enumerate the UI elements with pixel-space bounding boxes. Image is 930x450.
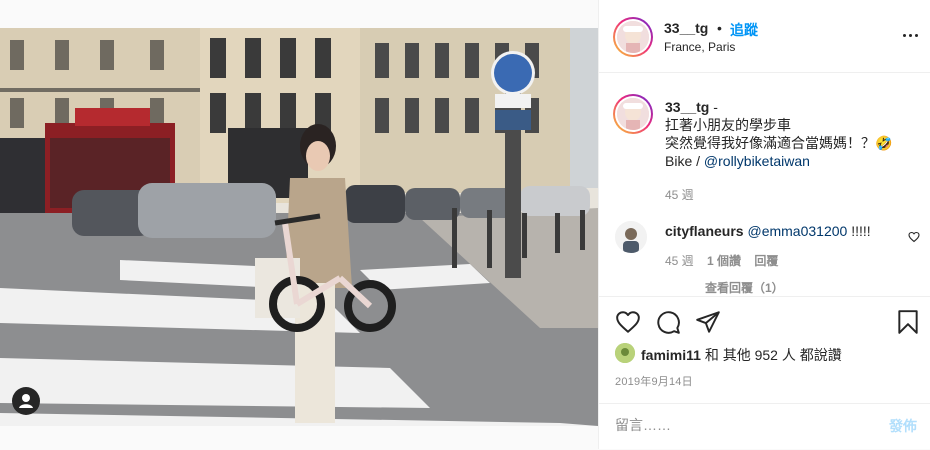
comments-section: 33__tg - 扛著小朋友的學步車 突然覺得我好像滿適合當媽媽！？🤣 Bike… bbox=[599, 74, 930, 295]
view-replies-link[interactable]: 查看回覆（1） bbox=[705, 279, 895, 295]
caption-avatar[interactable] bbox=[613, 94, 653, 134]
street-photo-illustration bbox=[0, 28, 598, 426]
post-comment-button[interactable]: 發佈 bbox=[889, 416, 917, 436]
small-heart-icon bbox=[908, 231, 920, 243]
post-date[interactable]: 2019年9月14日 bbox=[615, 373, 693, 389]
caption-suffix: - bbox=[713, 99, 718, 115]
follow-separator: • bbox=[717, 20, 722, 36]
post-header: 33__tg • 追蹤 France, Paris bbox=[599, 0, 930, 73]
author-avatar[interactable] bbox=[613, 17, 653, 57]
comment-time[interactable]: 45 週 bbox=[665, 254, 694, 268]
tag-person-button[interactable] bbox=[12, 387, 40, 415]
liker-avatar-image bbox=[615, 343, 635, 363]
comment-text-line: cityflaneurs @emma031200 !!!!! bbox=[665, 222, 895, 240]
author-username[interactable]: 33__tg bbox=[664, 20, 708, 36]
liked-by: famimi11 和 其他 952 人 都說讚 bbox=[615, 343, 842, 365]
post-dialog: 33__tg • 追蹤 France, Paris 33__tg - 扛著小朋友… bbox=[0, 0, 930, 449]
comment-reply-button[interactable]: 回覆 bbox=[754, 254, 778, 268]
post-location[interactable]: France, Paris bbox=[664, 40, 735, 54]
caption-line-2: 突然覺得我好像滿適合當媽媽！？🤣 bbox=[665, 135, 893, 151]
comment-likes[interactable]: 1 個讚 bbox=[707, 254, 741, 268]
share-plane-icon bbox=[696, 311, 720, 333]
like-heart-icon bbox=[616, 311, 640, 333]
photo-pane bbox=[0, 0, 598, 449]
bookmark-icon bbox=[898, 310, 918, 334]
caption-mention-link[interactable]: @rollybiketaiwan bbox=[704, 153, 810, 169]
avatar-image bbox=[617, 98, 649, 130]
caption-line-3: Bike / @rollybiketaiwan bbox=[665, 152, 915, 170]
caption-block: 33__tg - 扛著小朋友的學步車 突然覺得我好像滿適合當媽媽！？🤣 Bike… bbox=[665, 98, 915, 203]
commenter-avatar-image bbox=[615, 221, 647, 253]
post-actions: famimi11 和 其他 952 人 都說讚 2019年9月14日 發佈 bbox=[599, 296, 930, 449]
comment-meta: 45 週 1 個讚 回覆 bbox=[665, 252, 895, 269]
caption-time[interactable]: 45 週 bbox=[665, 186, 915, 203]
share-button[interactable] bbox=[695, 309, 721, 340]
tag-person-icon bbox=[19, 394, 33, 408]
comment-input[interactable] bbox=[615, 414, 865, 436]
post-side-panel: 33__tg • 追蹤 France, Paris 33__tg - 扛著小朋友… bbox=[598, 0, 930, 449]
caption-username[interactable]: 33__tg bbox=[665, 99, 709, 115]
more-options-icon[interactable] bbox=[901, 28, 921, 42]
post-photo[interactable] bbox=[0, 28, 598, 426]
avatar-image bbox=[617, 21, 649, 53]
comment-mention[interactable]: @emma031200 bbox=[747, 223, 847, 239]
commenter-avatar[interactable] bbox=[615, 221, 647, 253]
comment-button[interactable] bbox=[655, 309, 681, 340]
likes-count-text[interactable]: 和 其他 952 人 都說讚 bbox=[701, 347, 842, 363]
comment-text: !!!!! bbox=[847, 223, 871, 239]
comment-username[interactable]: cityflaneurs bbox=[665, 223, 744, 239]
caption-bike-prefix: Bike / bbox=[665, 153, 704, 169]
save-button[interactable] bbox=[895, 309, 921, 340]
like-button[interactable] bbox=[615, 309, 641, 340]
liker-username[interactable]: famimi11 bbox=[641, 347, 701, 363]
caption-line-1: 扛著小朋友的學步車 bbox=[665, 117, 791, 133]
comment-bubble-icon bbox=[657, 311, 680, 334]
caption-header: 33__tg - bbox=[665, 98, 915, 116]
comment-like-button[interactable] bbox=[908, 230, 920, 248]
add-comment-bar: 發佈 bbox=[599, 403, 930, 450]
follow-button[interactable]: 追蹤 bbox=[730, 20, 758, 40]
comment-item: cityflaneurs @emma031200 !!!!! 45 週 1 個讚… bbox=[665, 222, 895, 295]
liker-avatar[interactable] bbox=[615, 343, 635, 363]
